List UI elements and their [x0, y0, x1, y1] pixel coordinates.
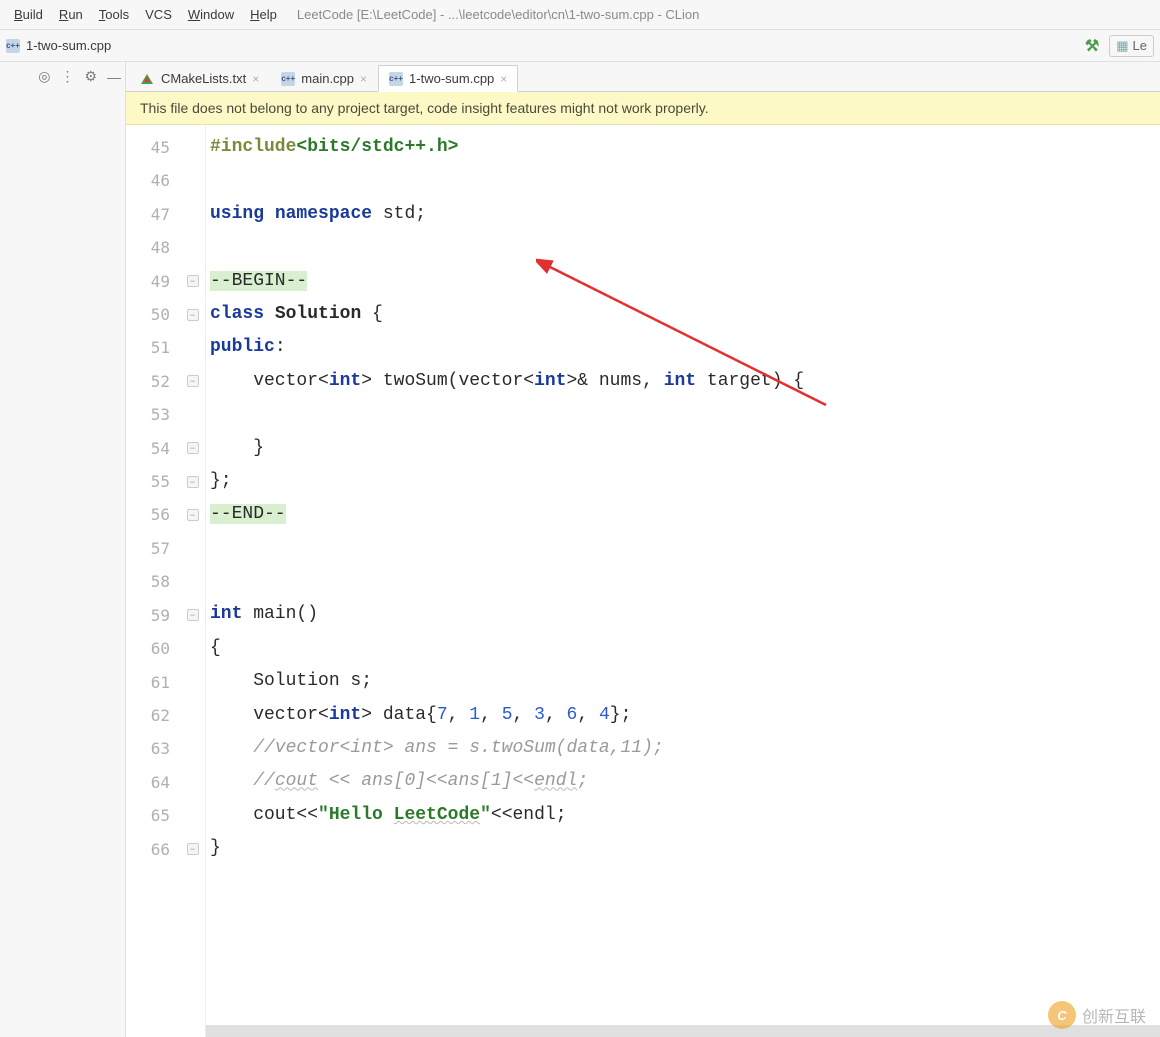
fold-open-icon[interactable]: −	[187, 375, 199, 387]
tab-label: CMakeLists.txt	[161, 71, 246, 86]
menu-build[interactable]: Build	[6, 4, 51, 25]
left-toolbar: ◎ ⋮ ⚙ —	[0, 62, 126, 1037]
code-line[interactable]: --BEGIN--	[210, 265, 1160, 298]
tab-label: 1-two-sum.cpp	[409, 71, 494, 86]
tab-main-cpp[interactable]: c++ main.cpp ×	[270, 65, 378, 91]
code-line[interactable]: int main()	[210, 598, 1160, 631]
editor-body: 4546474849505152535455565758596061626364…	[126, 125, 1160, 1037]
close-icon[interactable]: ×	[252, 72, 259, 86]
tab-CMakeLists-txt[interactable]: CMakeLists.txt ×	[130, 65, 270, 91]
close-icon[interactable]: ×	[360, 72, 367, 86]
code-line[interactable]: };	[210, 465, 1160, 498]
cmake-icon	[141, 74, 153, 84]
cpp-file-icon: c++	[281, 72, 295, 86]
cpp-file-icon: c++	[6, 39, 20, 53]
line-gutter: 4546474849505152535455565758596061626364…	[126, 125, 180, 1037]
window-title: LeetCode [E:\LeetCode] - ...\leetcode\ed…	[297, 7, 700, 22]
panel-label: Le	[1133, 38, 1147, 53]
cpp-file-icon: c++	[389, 72, 403, 86]
tab-1-two-sum-cpp[interactable]: c++ 1-two-sum.cpp ×	[378, 65, 518, 92]
fold-close-icon[interactable]: −	[187, 843, 199, 855]
warning-text: This file does not belong to any project…	[140, 100, 709, 116]
code-line[interactable]	[210, 231, 1160, 264]
code-line[interactable]: //vector<int> ans = s.twoSum(data,11);	[210, 732, 1160, 765]
horizontal-scrollbar[interactable]	[206, 1025, 1160, 1037]
code-line[interactable]: {	[210, 632, 1160, 665]
fold-close-icon[interactable]: −	[187, 509, 199, 521]
menu-help[interactable]: Help	[242, 4, 285, 25]
menu-vCS[interactable]: VCS	[137, 4, 180, 25]
code-line[interactable]: #include<bits/stdc++.h>	[210, 131, 1160, 164]
code-line[interactable]: vector<int> data{7, 1, 5, 3, 6, 4};	[210, 699, 1160, 732]
code-line[interactable]	[210, 398, 1160, 431]
target-icon[interactable]: ◎	[38, 68, 50, 85]
minimize-icon[interactable]: —	[107, 69, 121, 85]
code-line[interactable]	[210, 164, 1160, 197]
code-line[interactable]	[210, 532, 1160, 565]
menu-window[interactable]: Window	[180, 4, 242, 25]
open-file-label: 1-two-sum.cpp	[26, 38, 111, 53]
code-line[interactable]: cout<<"Hello LeetCode"<<endl;	[210, 799, 1160, 832]
menu-tools[interactable]: Tools	[91, 4, 137, 25]
code-line[interactable]: --END--	[210, 498, 1160, 531]
warning-banner: This file does not belong to any project…	[126, 92, 1160, 125]
code-line[interactable]: public:	[210, 331, 1160, 364]
fold-close-icon[interactable]: −	[187, 476, 199, 488]
code-line[interactable]: }	[210, 832, 1160, 865]
menu-run[interactable]: Run	[51, 4, 91, 25]
close-icon[interactable]: ×	[500, 72, 507, 86]
menubar: BuildRunToolsVCSWindowHelp LeetCode [E:\…	[0, 0, 1160, 30]
divider-icon: ⋮	[60, 68, 74, 85]
editor-tabs: CMakeLists.txt × c++ main.cpp × c++ 1-two-sum.…	[126, 62, 1160, 92]
panel-icon: ▦	[1116, 38, 1128, 54]
fold-close-icon[interactable]: −	[187, 442, 199, 454]
fold-open-icon[interactable]: −	[187, 309, 199, 321]
right-panel-button[interactable]: ▦ Le	[1109, 35, 1154, 57]
watermark: C 创新互联	[1048, 1001, 1146, 1029]
fold-open-icon[interactable]: −	[187, 275, 199, 287]
code-area[interactable]: #include<bits/stdc++.h> using namespace s…	[206, 125, 1160, 1037]
code-line[interactable]: class Solution {	[210, 298, 1160, 331]
watermark-text: 创新互联	[1082, 1003, 1146, 1027]
code-line[interactable]: using namespace std;	[210, 198, 1160, 231]
secondary-toolbar: c++ 1-two-sum.cpp ⚒ ▦ Le	[0, 30, 1160, 62]
code-line[interactable]: //cout << ans[0]<<ans[1]<<endl;	[210, 765, 1160, 798]
build-hammer-icon[interactable]: ⚒	[1085, 36, 1099, 56]
tab-label: main.cpp	[301, 71, 354, 86]
code-line[interactable]: vector<int> twoSum(vector<int>& nums, in…	[210, 365, 1160, 398]
fold-open-icon[interactable]: −	[187, 609, 199, 621]
watermark-logo-icon: C	[1048, 1001, 1076, 1029]
fold-column: − − − − − − − −	[180, 125, 206, 1037]
code-line[interactable]: Solution s;	[210, 665, 1160, 698]
gear-icon[interactable]: ⚙	[84, 68, 97, 85]
code-line[interactable]	[210, 565, 1160, 598]
code-line[interactable]: }	[210, 432, 1160, 465]
